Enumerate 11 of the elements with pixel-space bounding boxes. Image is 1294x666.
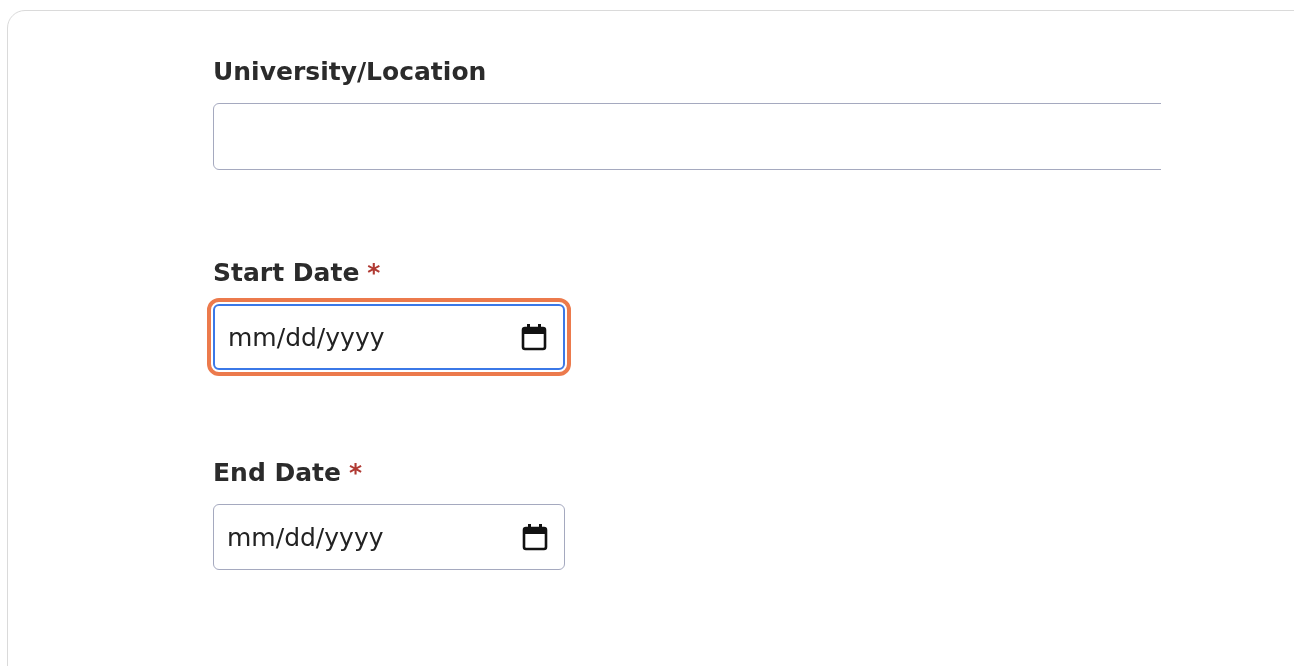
field-label: End Date <box>213 457 341 489</box>
placeholder-text: mm/dd/yyyy <box>227 522 384 552</box>
required-mark: * <box>367 258 381 287</box>
required-mark: * <box>349 458 363 487</box>
placeholder-text: mm/dd/yyyy <box>228 322 385 352</box>
calendar-icon[interactable] <box>522 523 548 551</box>
text-field[interactable] <box>213 103 1161 170</box>
field-label: Start Date <box>213 257 360 289</box>
date-field[interactable]: mm/dd/yyyy <box>213 504 565 570</box>
calendar-icon[interactable] <box>521 323 547 351</box>
field-label: University/Location <box>213 56 487 88</box>
